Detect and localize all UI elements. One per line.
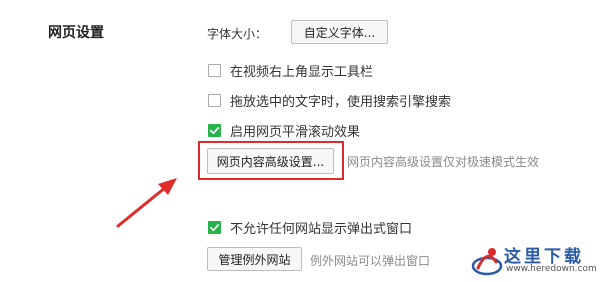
- watermark: 这里下载 www.heredown.com: [470, 240, 598, 280]
- heredown-logo-icon: [471, 248, 503, 276]
- watermark-url: www.heredown.com: [506, 264, 597, 274]
